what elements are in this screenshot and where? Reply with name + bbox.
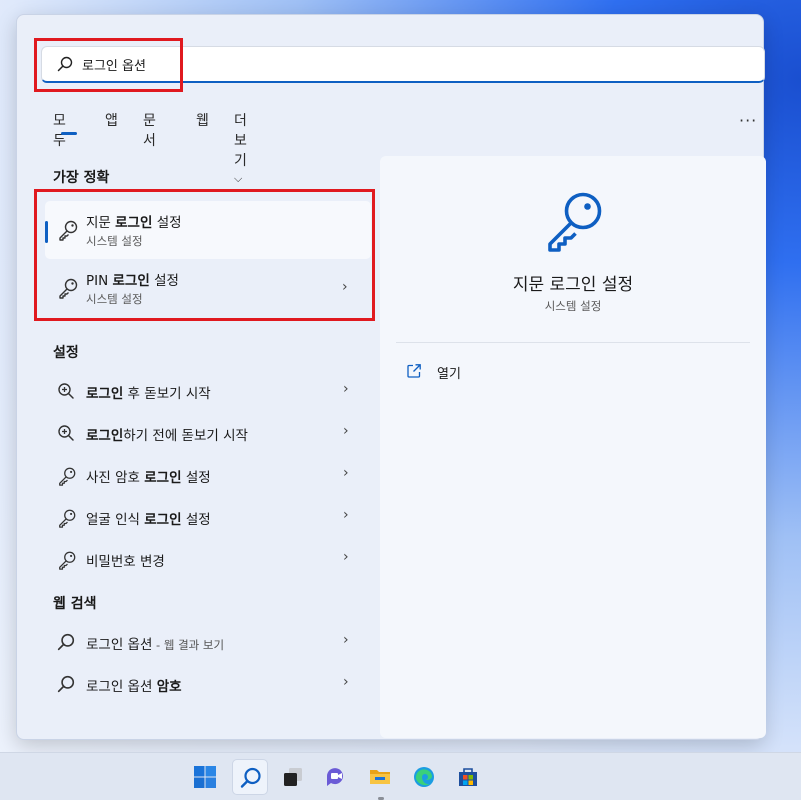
detail-title: 지문 로그인 설정 (512, 275, 634, 295)
label-match: 로그인 (86, 386, 124, 402)
taskbar (0, 752, 801, 800)
chevron-right-icon[interactable]: › (343, 674, 349, 690)
item-label: 로그인 옵션 - 웹 결과 보기 (86, 633, 224, 653)
magnifier-plus-icon (57, 424, 75, 446)
start-search-panel: 모두 앱 문서 웹 더 보기 ⌵ ··· 가장 정확 지문 로그인 설정 시스템… (16, 14, 766, 740)
search-icon (57, 633, 75, 655)
active-tab-indicator (61, 132, 77, 135)
start-button[interactable] (187, 759, 223, 795)
detail-subtitle: 시스템 설정 (544, 299, 602, 313)
settings-heading: 설정 (53, 345, 79, 361)
item-label: 로그인하기 전에 돋보기 시작 (86, 424, 248, 444)
tab-more[interactable]: 더 보기 ⌵ (234, 110, 247, 186)
label-web-suffix: - 웹 결과 보기 (152, 638, 225, 652)
search-icon (57, 675, 75, 697)
tab-apps[interactable]: 앱 (105, 110, 118, 130)
chevron-right-icon[interactable]: › (343, 632, 349, 648)
label-prefix: 비밀번호 변경 (86, 554, 165, 570)
file-explorer-button[interactable] (362, 759, 398, 800)
web-search-heading: 웹 검색 (53, 596, 97, 612)
label-suffix: 후 돋보기 시작 (123, 386, 211, 402)
label-suffix: 하기 전에 돋보기 시작 (123, 428, 248, 444)
label-match: 로그인 (86, 428, 124, 444)
chevron-right-icon[interactable]: › (343, 381, 349, 397)
item-label: 비밀번호 변경 (86, 550, 165, 570)
chevron-right-icon[interactable]: › (343, 507, 349, 523)
windows-logo-icon (194, 766, 216, 788)
highlight-best-match (34, 189, 375, 321)
web-item-login-options[interactable]: 로그인 옵션 - 웹 결과 보기 › (45, 622, 371, 662)
edge-button[interactable] (406, 759, 442, 795)
store-icon (459, 768, 477, 786)
label-suffix: 설정 (181, 512, 211, 528)
chat-icon (327, 768, 343, 786)
chevron-right-icon[interactable]: › (343, 423, 349, 439)
key-icon (57, 550, 77, 574)
label-text: 로그인 옵션 (86, 637, 153, 653)
open-action[interactable]: 열기 (406, 362, 606, 382)
tab-more-label: 더 보기 (234, 113, 247, 169)
more-options-button[interactable]: ··· (739, 111, 757, 130)
chevron-right-icon[interactable]: › (343, 549, 349, 565)
best-match-heading: 가장 정확 (53, 170, 110, 186)
key-icon (541, 186, 607, 258)
magnifier-plus-icon (57, 382, 75, 404)
search-taskbar-button[interactable] (232, 759, 268, 795)
edge-icon (414, 767, 434, 787)
store-button[interactable] (450, 759, 486, 795)
open-external-icon (406, 363, 422, 383)
chat-button[interactable] (318, 759, 354, 795)
search-icon (240, 767, 261, 788)
settings-item-magnifier-after-login[interactable]: 로그인 후 돋보기 시작 › (45, 371, 371, 411)
tab-all[interactable]: 모두 (53, 110, 66, 150)
settings-item-picture-password[interactable]: 사진 암호 로그인 설정 › (45, 455, 371, 495)
label-match: 암호 (156, 679, 182, 695)
key-icon (57, 466, 77, 490)
divider (396, 342, 750, 343)
key-icon (57, 508, 77, 532)
tab-web[interactable]: 웹 (196, 110, 209, 130)
task-view-icon (284, 768, 302, 786)
open-label: 열기 (437, 367, 461, 382)
label-prefix: 얼굴 인식 (86, 512, 145, 528)
settings-item-face-recognition[interactable]: 얼굴 인식 로그인 설정 › (45, 497, 371, 537)
label-suffix: 설정 (181, 470, 211, 486)
highlight-search-box (34, 38, 183, 92)
label-match: 로그인 (144, 512, 182, 528)
web-item-login-options-password[interactable]: 로그인 옵션 암호 › (45, 664, 371, 704)
item-label: 사진 암호 로그인 설정 (86, 466, 211, 486)
settings-item-magnifier-before-login[interactable]: 로그인하기 전에 돋보기 시작 › (45, 413, 371, 453)
chevron-right-icon[interactable]: › (343, 465, 349, 481)
item-label: 로그인 옵션 암호 (86, 675, 182, 695)
tab-documents[interactable]: 문서 (143, 110, 156, 150)
detail-pane: 지문 로그인 설정 시스템 설정 열기 (380, 156, 766, 738)
settings-item-change-password[interactable]: 비밀번호 변경 › (45, 539, 371, 579)
label-prefix: 사진 암호 (86, 470, 145, 486)
chevron-down-icon: ⌵ (234, 172, 243, 185)
item-label: 얼굴 인식 로그인 설정 (86, 508, 211, 528)
item-label: 로그인 후 돋보기 시작 (86, 382, 211, 402)
label-match: 로그인 (144, 470, 182, 486)
label-text: 로그인 옵션 (86, 679, 157, 695)
folder-icon (370, 770, 390, 784)
task-view-button[interactable] (275, 759, 311, 795)
